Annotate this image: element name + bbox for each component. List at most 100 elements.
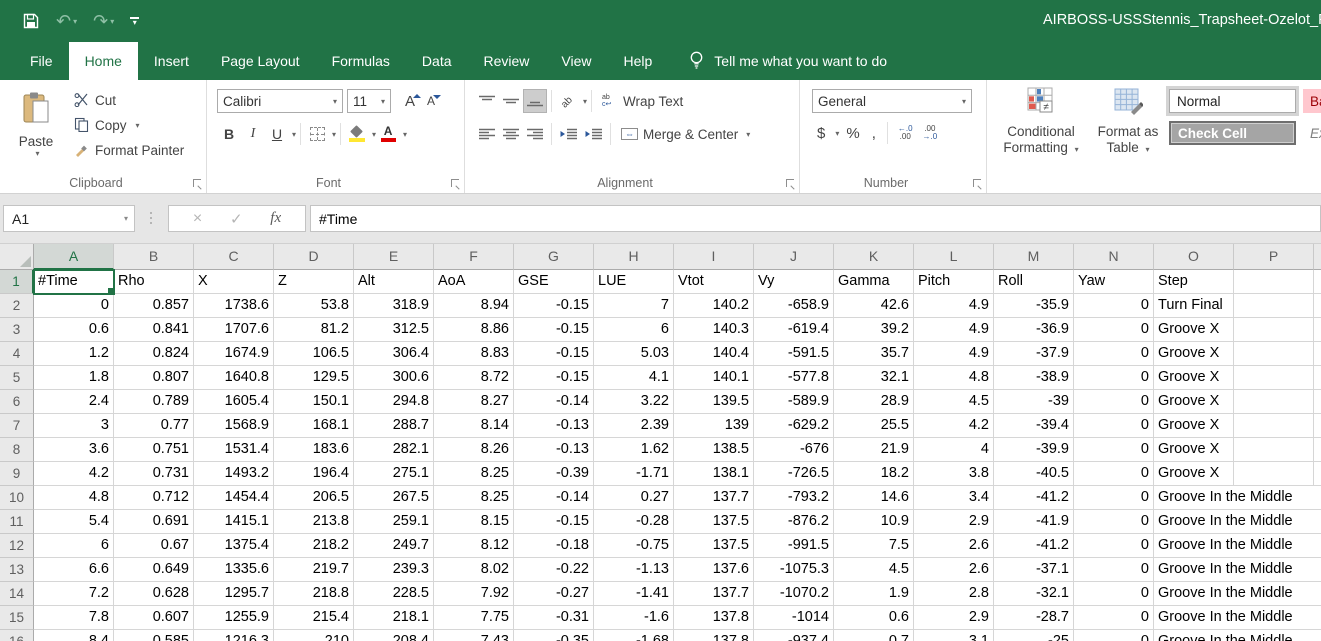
conditional-formatting-button[interactable]: ≠ Conditional Formatting ▾ [995,86,1087,158]
decrease-decimal-button[interactable]: .00→.0 [919,125,942,141]
row-header[interactable]: 5 [0,366,34,390]
row-header[interactable]: 16 [0,630,34,641]
cell[interactable]: Groove X [1154,414,1234,438]
row-header[interactable]: 4 [0,342,34,366]
cell[interactable]: -0.31 [514,606,594,630]
cell[interactable]: 0.857 [114,294,194,318]
cell[interactable]: 196.4 [274,462,354,486]
cell[interactable]: -1.41 [594,582,674,606]
format-as-table-button[interactable]: Format as Table ▾ [1091,86,1165,158]
cell[interactable]: 282.1 [354,438,434,462]
row-header[interactable]: 2 [0,294,34,318]
cell[interactable]: 4.8 [34,486,114,510]
column-header[interactable]: C [194,244,274,270]
font-size-combo[interactable]: 11 ▾ [347,89,391,113]
cell[interactable]: 312.5 [354,318,434,342]
cell[interactable]: -793.2 [754,486,834,510]
cell[interactable]: 208.4 [354,630,434,641]
cell[interactable]: 8.02 [434,558,514,582]
cell[interactable] [1314,414,1321,438]
cell[interactable] [1314,462,1321,486]
cell[interactable]: Groove X [1154,318,1234,342]
cell[interactable]: 140.4 [674,342,754,366]
name-box[interactable]: A1 ▾ [3,205,135,232]
cell[interactable]: -0.13 [514,438,594,462]
cell[interactable]: 8.86 [434,318,514,342]
cell[interactable]: 81.2 [274,318,354,342]
cell[interactable]: 6 [594,318,674,342]
cell[interactable]: 0.691 [114,510,194,534]
cell[interactable]: 0 [1074,438,1154,462]
cell[interactable]: 150.1 [274,390,354,414]
cell[interactable]: -589.9 [754,390,834,414]
column-header[interactable]: D [274,244,354,270]
undo-button[interactable]: ↶▾ [56,12,77,30]
increase-indent-button[interactable] [581,122,606,146]
cell[interactable]: 5.4 [34,510,114,534]
decrease-indent-button[interactable] [556,122,581,146]
cell[interactable] [1234,462,1314,486]
cell[interactable]: Z [274,270,354,294]
cell[interactable]: 6 [34,534,114,558]
cell[interactable]: 4.1 [594,366,674,390]
font-dialog-launcher-icon[interactable] [451,179,459,187]
cell[interactable]: -991.5 [754,534,834,558]
bottom-align-button[interactable] [523,89,547,113]
cell[interactable]: -35.9 [994,294,1074,318]
cell[interactable]: 0 [1074,486,1154,510]
cell[interactable]: -619.4 [754,318,834,342]
cut-button[interactable]: Cut [70,88,188,113]
tab-insert[interactable]: Insert [138,42,205,80]
cell[interactable] [1314,438,1321,462]
cell-style-normal[interactable]: Normal [1169,89,1296,113]
grow-font-button[interactable]: A [401,93,419,110]
cell[interactable]: 249.7 [354,534,434,558]
cell[interactable]: 2.8 [914,582,994,606]
cell[interactable]: Step [1154,270,1234,294]
cell[interactable]: 228.5 [354,582,434,606]
cell[interactable]: 1493.2 [194,462,274,486]
cell[interactable]: -0.15 [514,510,594,534]
cell[interactable]: 3.6 [34,438,114,462]
cell[interactable]: -38.9 [994,366,1074,390]
cell[interactable]: -0.14 [514,390,594,414]
select-all-button[interactable] [0,244,34,270]
middle-align-button[interactable] [499,89,523,113]
enter-icon[interactable]: ✓ [230,210,243,228]
cell[interactable]: 218.2 [274,534,354,558]
cell[interactable]: 1216.3 [194,630,274,641]
cell[interactable]: 4.2 [914,414,994,438]
cell[interactable]: 206.5 [274,486,354,510]
column-header[interactable]: F [434,244,514,270]
cell[interactable]: Alt [354,270,434,294]
cell[interactable]: #Time [34,270,114,294]
cell[interactable]: Groove In the Middle [1154,630,1293,641]
column-header[interactable]: B [114,244,194,270]
cell[interactable]: -876.2 [754,510,834,534]
cell[interactable]: 8.26 [434,438,514,462]
cell[interactable]: 0.585 [114,630,194,641]
cell[interactable]: 1375.4 [194,534,274,558]
top-align-button[interactable] [475,89,499,113]
cell[interactable]: Groove X [1154,342,1234,366]
cell[interactable] [1234,390,1314,414]
cell[interactable]: -1.71 [594,462,674,486]
increase-decimal-button[interactable]: ←.0.00 [894,125,917,141]
cell-style-explanatory[interactable]: Ex [1303,121,1321,145]
cell[interactable]: 7.43 [434,630,514,641]
cell[interactable]: 0.807 [114,366,194,390]
cell[interactable]: 2.4 [34,390,114,414]
row-header[interactable]: 11 [0,510,34,534]
column-header[interactable]: I [674,244,754,270]
cell[interactable]: 0 [1074,534,1154,558]
cell[interactable]: -28.7 [994,606,1074,630]
cell[interactable]: 218.1 [354,606,434,630]
cell[interactable]: 259.1 [354,510,434,534]
cell[interactable]: 140.3 [674,318,754,342]
row-header[interactable]: 3 [0,318,34,342]
cell[interactable]: 137.7 [674,486,754,510]
cell[interactable]: 8.83 [434,342,514,366]
cell[interactable]: 4.9 [914,342,994,366]
cell[interactable]: 8.12 [434,534,514,558]
row-header[interactable]: 1 [0,270,34,294]
